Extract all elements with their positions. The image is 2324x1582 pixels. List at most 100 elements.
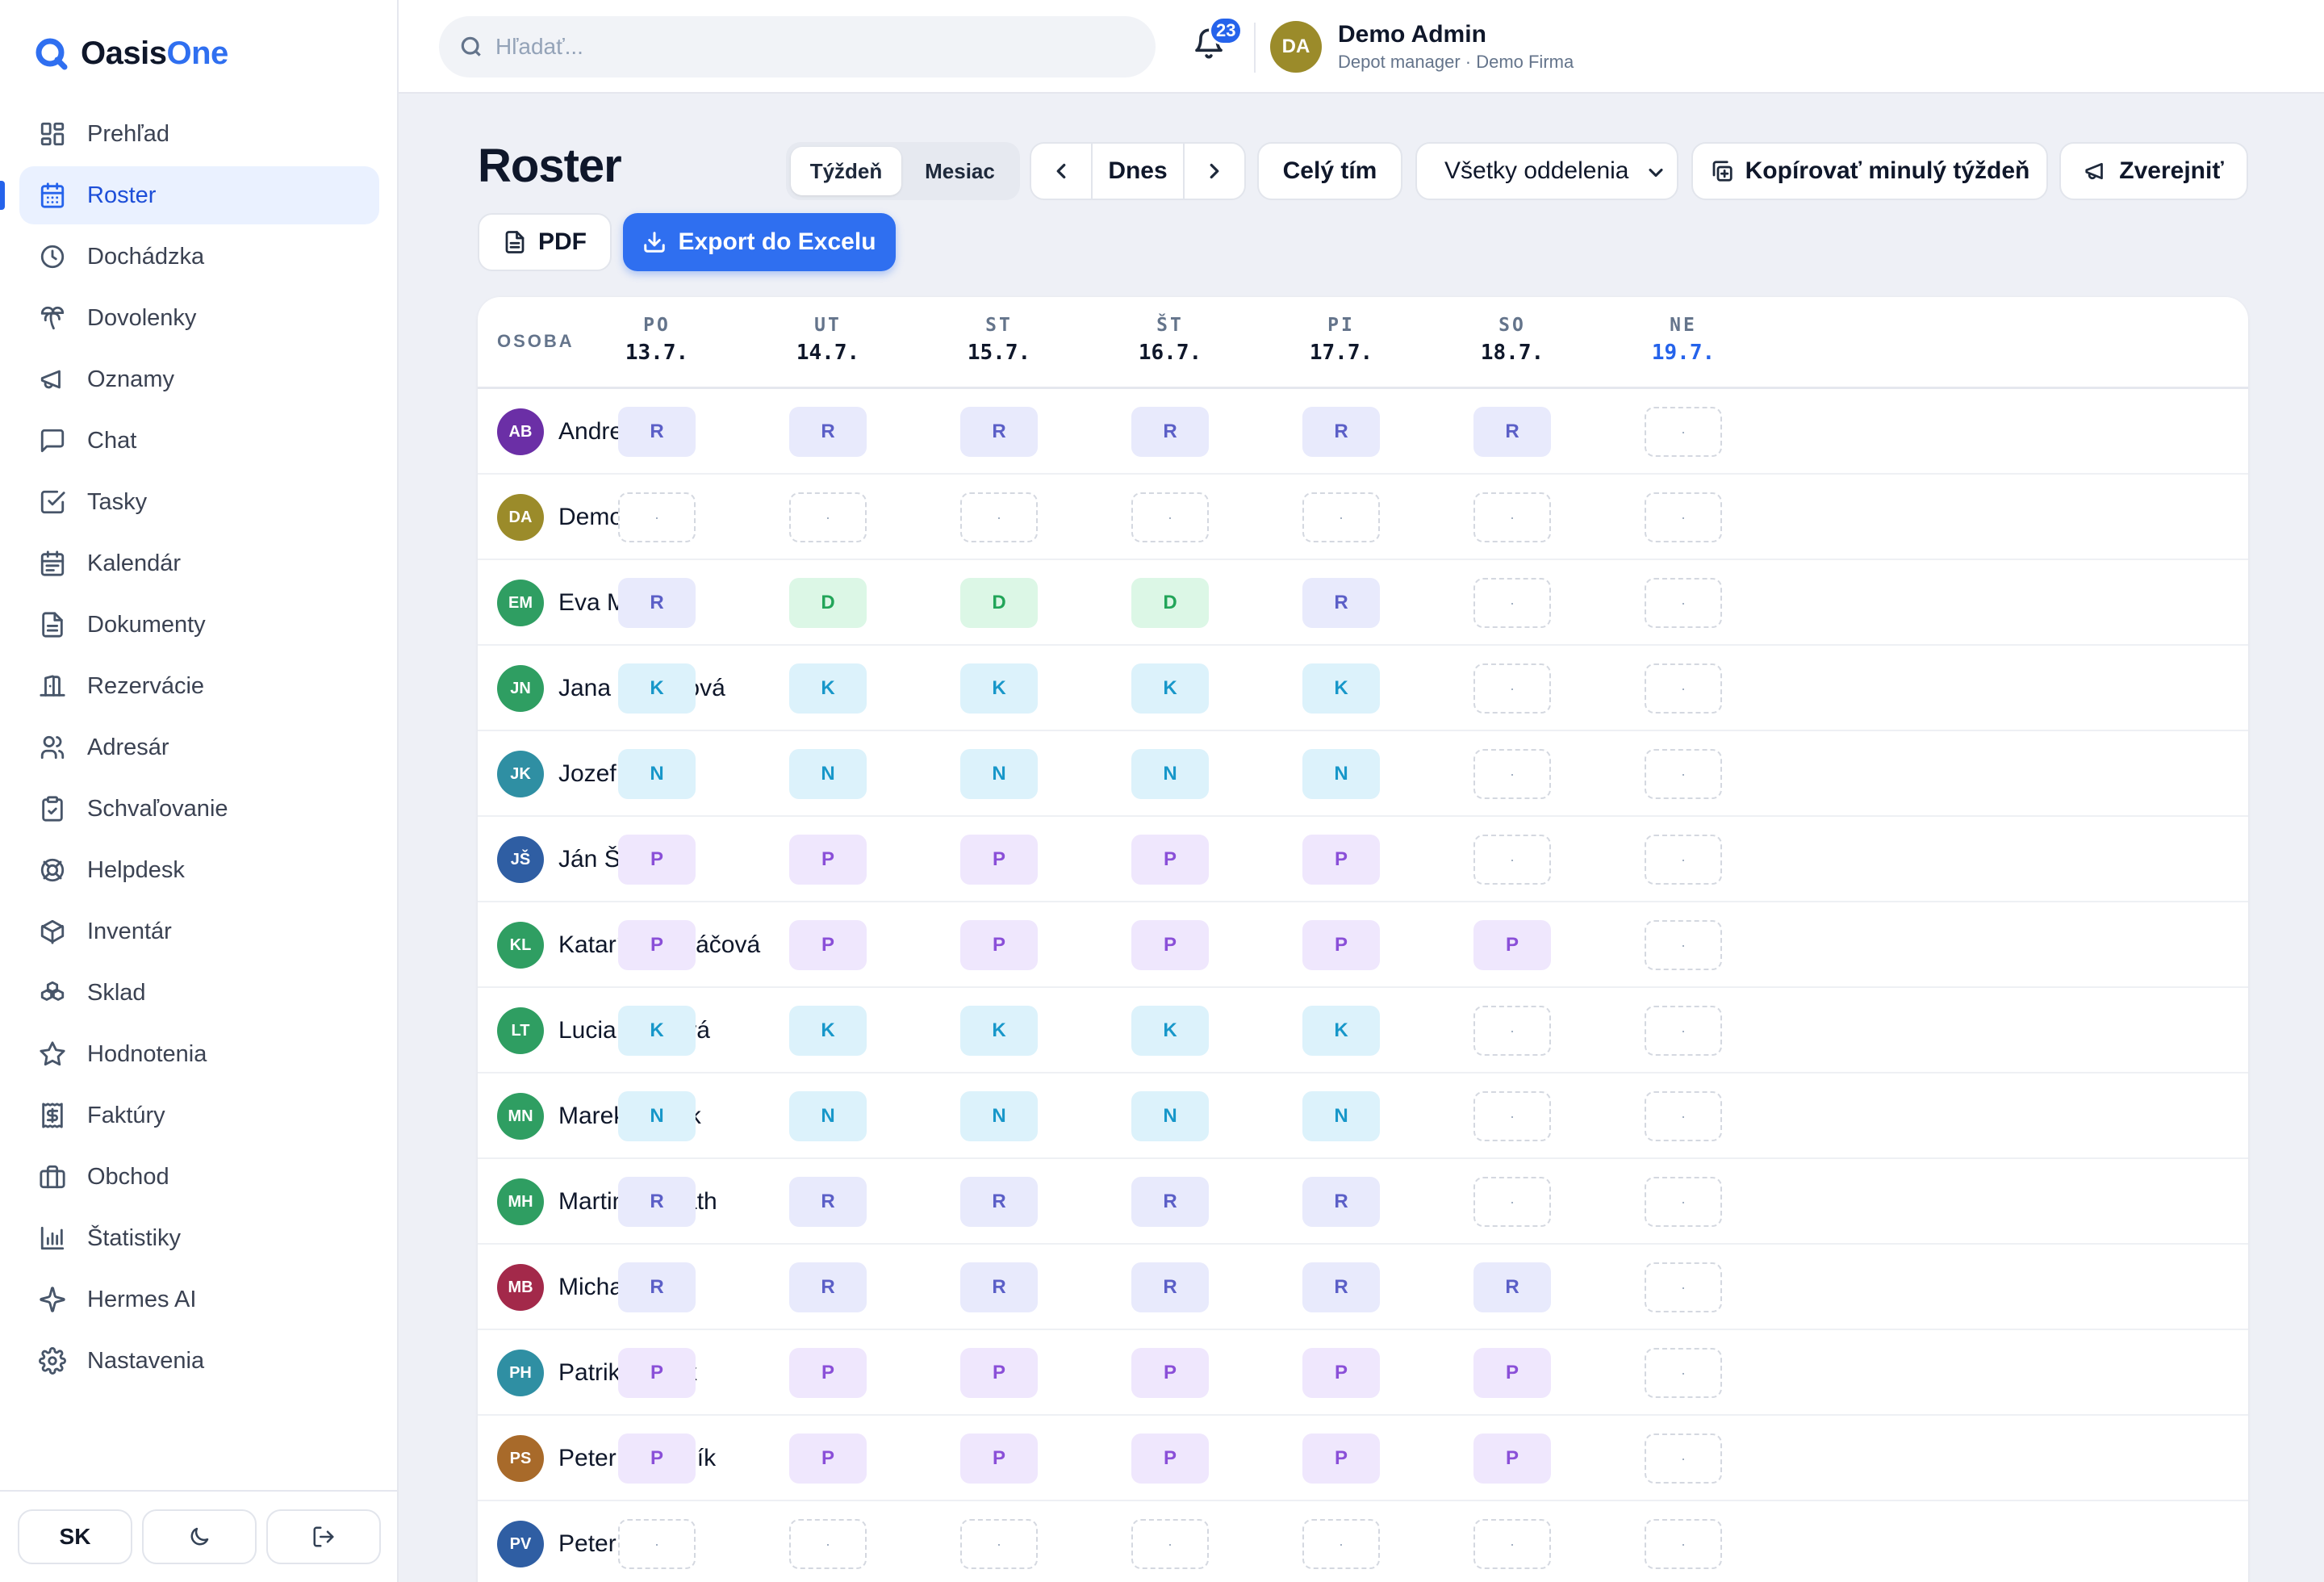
shift-cell[interactable]: P <box>789 1433 867 1484</box>
publish-button[interactable]: Zverejniť <box>2059 142 2248 200</box>
empty-shift-cell[interactable]: · <box>1645 1262 1722 1312</box>
shift-cell[interactable]: P <box>1302 835 1380 885</box>
shift-cell[interactable]: K <box>960 1006 1038 1056</box>
shift-cell[interactable]: K <box>1302 663 1380 714</box>
notifications-button[interactable]: 23 <box>1193 16 1244 68</box>
empty-shift-cell[interactable]: · <box>618 1519 696 1569</box>
shift-cell[interactable]: D <box>1131 578 1209 628</box>
copy-last-week-button[interactable]: Kopírovať minulý týždeň <box>1691 142 2048 200</box>
empty-shift-cell[interactable]: · <box>1645 1091 1722 1141</box>
sidebar-item-9[interactable]: Rezervácie <box>19 657 379 715</box>
shift-cell[interactable]: R <box>618 1177 696 1227</box>
sidebar-item-17[interactable]: Obchod <box>19 1148 379 1206</box>
shift-cell[interactable]: R <box>1302 407 1380 457</box>
sidebar-item-19[interactable]: Hermes AI <box>19 1270 379 1329</box>
sidebar-item-13[interactable]: Inventár <box>19 902 379 960</box>
empty-shift-cell[interactable]: · <box>960 492 1038 542</box>
shift-cell[interactable]: N <box>618 749 696 799</box>
shift-cell[interactable]: P <box>1302 920 1380 970</box>
empty-shift-cell[interactable]: · <box>1473 1091 1551 1141</box>
shift-cell[interactable]: D <box>789 578 867 628</box>
shift-cell[interactable]: P <box>1473 1348 1551 1398</box>
department-select[interactable]: Všetky oddelenia <box>1415 142 1678 200</box>
shift-cell[interactable]: P <box>960 920 1038 970</box>
empty-shift-cell[interactable]: · <box>789 492 867 542</box>
empty-shift-cell[interactable]: · <box>1645 407 1722 457</box>
sidebar-item-15[interactable]: Hodnotenia <box>19 1025 379 1083</box>
view-week-button[interactable]: Týždeň <box>791 147 901 195</box>
empty-shift-cell[interactable]: · <box>1473 1519 1551 1569</box>
empty-shift-cell[interactable]: · <box>1645 1433 1722 1484</box>
shift-cell[interactable]: P <box>960 1433 1038 1484</box>
shift-cell[interactable]: R <box>1131 1262 1209 1312</box>
empty-shift-cell[interactable]: · <box>1645 578 1722 628</box>
shift-cell[interactable]: K <box>789 1006 867 1056</box>
empty-shift-cell[interactable]: · <box>1473 835 1551 885</box>
empty-shift-cell[interactable]: · <box>1645 835 1722 885</box>
shift-cell[interactable]: R <box>960 1262 1038 1312</box>
app-logo[interactable]: OasisOne <box>34 36 228 72</box>
sidebar-item-12[interactable]: Helpdesk <box>19 841 379 899</box>
sidebar-item-7[interactable]: Kalendár <box>19 534 379 592</box>
view-month-button[interactable]: Mesiac <box>905 147 1015 195</box>
shift-cell[interactable]: P <box>789 835 867 885</box>
shift-cell[interactable]: P <box>789 920 867 970</box>
empty-shift-cell[interactable]: · <box>1473 578 1551 628</box>
shift-cell[interactable]: R <box>789 1177 867 1227</box>
shift-cell[interactable]: P <box>1302 1433 1380 1484</box>
shift-cell[interactable]: P <box>1302 1348 1380 1398</box>
sidebar-item-8[interactable]: Dokumenty <box>19 596 379 654</box>
shift-cell[interactable]: R <box>1131 1177 1209 1227</box>
shift-cell[interactable]: R <box>618 1262 696 1312</box>
shift-cell[interactable]: N <box>1302 749 1380 799</box>
shift-cell[interactable]: P <box>618 920 696 970</box>
user-avatar[interactable]: DA <box>1270 21 1322 73</box>
shift-cell[interactable]: N <box>1131 1091 1209 1141</box>
language-button[interactable]: SK <box>18 1509 132 1564</box>
logout-button[interactable] <box>266 1509 381 1564</box>
shift-cell[interactable]: P <box>618 835 696 885</box>
empty-shift-cell[interactable]: · <box>618 492 696 542</box>
empty-shift-cell[interactable]: · <box>960 1519 1038 1569</box>
shift-cell[interactable]: R <box>789 1262 867 1312</box>
sidebar-item-11[interactable]: Schvaľovanie <box>19 780 379 838</box>
shift-cell[interactable]: N <box>960 1091 1038 1141</box>
empty-shift-cell[interactable]: · <box>789 1519 867 1569</box>
sidebar-item-10[interactable]: Adresár <box>19 718 379 776</box>
shift-cell[interactable]: P <box>618 1348 696 1398</box>
shift-cell[interactable]: P <box>1131 1433 1209 1484</box>
empty-shift-cell[interactable]: · <box>1645 749 1722 799</box>
sidebar-item-6[interactable]: Tasky <box>19 473 379 531</box>
sidebar-item-16[interactable]: Faktúry <box>19 1086 379 1145</box>
theme-toggle-button[interactable] <box>142 1509 257 1564</box>
shift-cell[interactable]: R <box>1473 407 1551 457</box>
export-excel-button[interactable]: Export do Excelu <box>623 213 896 271</box>
shift-cell[interactable]: K <box>618 663 696 714</box>
search-input[interactable] <box>495 34 1156 60</box>
empty-shift-cell[interactable]: · <box>1302 492 1380 542</box>
shift-cell[interactable]: K <box>1131 1006 1209 1056</box>
shift-cell[interactable]: K <box>1302 1006 1380 1056</box>
shift-cell[interactable]: P <box>960 1348 1038 1398</box>
shift-cell[interactable]: P <box>960 835 1038 885</box>
sidebar-item-18[interactable]: Štatistiky <box>19 1209 379 1267</box>
shift-cell[interactable]: R <box>1302 1177 1380 1227</box>
shift-cell[interactable]: K <box>960 663 1038 714</box>
shift-cell[interactable]: K <box>618 1006 696 1056</box>
shift-cell[interactable]: N <box>1302 1091 1380 1141</box>
sidebar-item-5[interactable]: Chat <box>19 412 379 470</box>
empty-shift-cell[interactable]: · <box>1645 1348 1722 1398</box>
shift-cell[interactable]: R <box>1131 407 1209 457</box>
shift-cell[interactable]: K <box>789 663 867 714</box>
shift-cell[interactable]: P <box>618 1433 696 1484</box>
shift-cell[interactable]: P <box>1473 1433 1551 1484</box>
empty-shift-cell[interactable]: · <box>1473 492 1551 542</box>
empty-shift-cell[interactable]: · <box>1131 492 1209 542</box>
shift-cell[interactable]: P <box>789 1348 867 1398</box>
shift-cell[interactable]: D <box>960 578 1038 628</box>
today-button[interactable]: Dnes <box>1091 144 1185 199</box>
shift-cell[interactable]: P <box>1131 835 1209 885</box>
shift-cell[interactable]: R <box>789 407 867 457</box>
shift-cell[interactable]: N <box>1131 749 1209 799</box>
empty-shift-cell[interactable]: · <box>1645 1006 1722 1056</box>
